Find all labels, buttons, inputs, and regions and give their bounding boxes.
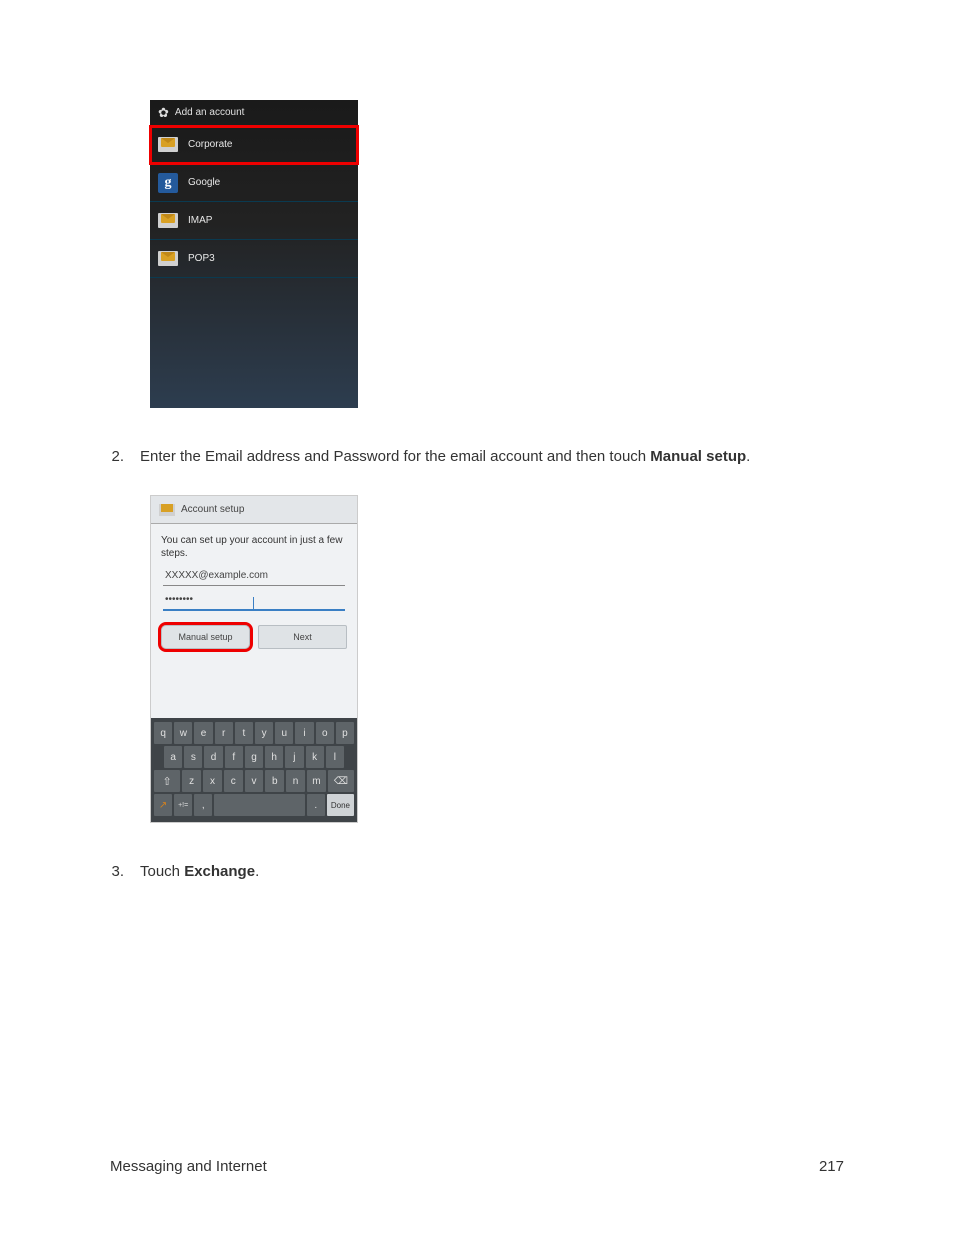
- keyboard-row-1: q w e r t y u i o p: [154, 722, 354, 744]
- account-row-pop3[interactable]: POP3: [150, 240, 358, 278]
- key-j[interactable]: j: [285, 746, 303, 768]
- screenshot-add-account: ✿ Add an account Corporate g Google IMAP…: [150, 100, 358, 408]
- key-w[interactable]: w: [174, 722, 192, 744]
- account-row-label: Corporate: [188, 139, 232, 150]
- mail-icon: [159, 504, 175, 516]
- step-3-text: 3. Touch Exchange.: [110, 863, 844, 880]
- step-number: 3.: [110, 863, 124, 880]
- key-k[interactable]: k: [306, 746, 324, 768]
- account-row-google[interactable]: g Google: [150, 164, 358, 202]
- key-l[interactable]: l: [326, 746, 344, 768]
- key-done[interactable]: Done: [327, 794, 354, 816]
- key-space[interactable]: [214, 794, 304, 816]
- email-field[interactable]: XXXXX@example.com: [163, 568, 345, 586]
- gear-icon: ✿: [158, 105, 169, 121]
- keyboard-row-4: ↗ +!= , . Done: [154, 794, 354, 816]
- google-icon: g: [158, 173, 178, 193]
- add-account-title: Add an account: [175, 107, 245, 118]
- step-content: Enter the Email address and Password for…: [140, 448, 750, 465]
- key-e[interactable]: e: [194, 722, 212, 744]
- step-number: 2.: [110, 448, 124, 465]
- key-a[interactable]: a: [164, 746, 182, 768]
- screenshot-gap: [151, 674, 357, 718]
- account-row-corporate[interactable]: Corporate: [150, 126, 358, 164]
- screenshot-empty-space: [150, 278, 358, 408]
- key-o[interactable]: o: [316, 722, 334, 744]
- page-footer: Messaging and Internet 217: [110, 1158, 844, 1175]
- keyboard-row-2: a s d f g h j k l: [154, 746, 354, 768]
- key-q[interactable]: q: [154, 722, 172, 744]
- mail-icon: [158, 213, 178, 228]
- on-screen-keyboard: q w e r t y u i o p a s d f g h j k l: [151, 718, 357, 822]
- key-x[interactable]: x: [203, 770, 222, 792]
- next-button[interactable]: Next: [258, 625, 347, 649]
- mail-icon: [158, 251, 178, 266]
- key-f[interactable]: f: [225, 746, 243, 768]
- key-h[interactable]: h: [265, 746, 283, 768]
- footer-page-number: 217: [819, 1158, 844, 1175]
- account-setup-header: Account setup: [151, 496, 357, 524]
- key-n[interactable]: n: [286, 770, 305, 792]
- key-comma[interactable]: ,: [194, 794, 212, 816]
- footer-section: Messaging and Internet: [110, 1158, 267, 1175]
- account-setup-title: Account setup: [181, 504, 244, 515]
- key-u[interactable]: u: [275, 722, 293, 744]
- key-c[interactable]: c: [224, 770, 243, 792]
- key-swype[interactable]: ↗: [154, 794, 172, 816]
- account-setup-body: You can set up your account in just a fe…: [151, 524, 357, 674]
- manual-setup-button[interactable]: Manual setup: [161, 625, 250, 649]
- key-d[interactable]: d: [204, 746, 222, 768]
- key-period[interactable]: .: [307, 794, 325, 816]
- step-content: Touch Exchange.: [140, 863, 259, 880]
- key-backspace[interactable]: ⌫: [328, 770, 354, 792]
- account-row-label: Google: [188, 177, 220, 188]
- key-i[interactable]: i: [295, 722, 313, 744]
- key-g[interactable]: g: [245, 746, 263, 768]
- password-field[interactable]: ••••••••: [163, 592, 345, 611]
- mail-icon: [158, 137, 178, 152]
- key-shift[interactable]: ⇧: [154, 770, 180, 792]
- shift-icon: ⇧: [163, 775, 172, 788]
- key-y[interactable]: y: [255, 722, 273, 744]
- step-2-text: 2. Enter the Email address and Password …: [110, 448, 844, 465]
- add-account-header: ✿ Add an account: [150, 100, 358, 126]
- key-t[interactable]: t: [235, 722, 253, 744]
- key-p[interactable]: p: [336, 722, 354, 744]
- key-symbols[interactable]: +!=: [174, 794, 192, 816]
- keyboard-row-3: ⇧ z x c v b n m ⌫: [154, 770, 354, 792]
- key-r[interactable]: r: [215, 722, 233, 744]
- key-s[interactable]: s: [184, 746, 202, 768]
- key-m[interactable]: m: [307, 770, 326, 792]
- key-b[interactable]: b: [265, 770, 284, 792]
- key-v[interactable]: v: [245, 770, 264, 792]
- account-row-label: IMAP: [188, 215, 212, 226]
- key-z[interactable]: z: [182, 770, 201, 792]
- setup-instructions: You can set up your account in just a fe…: [161, 534, 347, 560]
- account-row-label: POP3: [188, 253, 215, 264]
- screenshot-account-setup: Account setup You can set up your accoun…: [150, 495, 358, 823]
- account-row-imap[interactable]: IMAP: [150, 202, 358, 240]
- backspace-icon: ⌫: [334, 776, 348, 787]
